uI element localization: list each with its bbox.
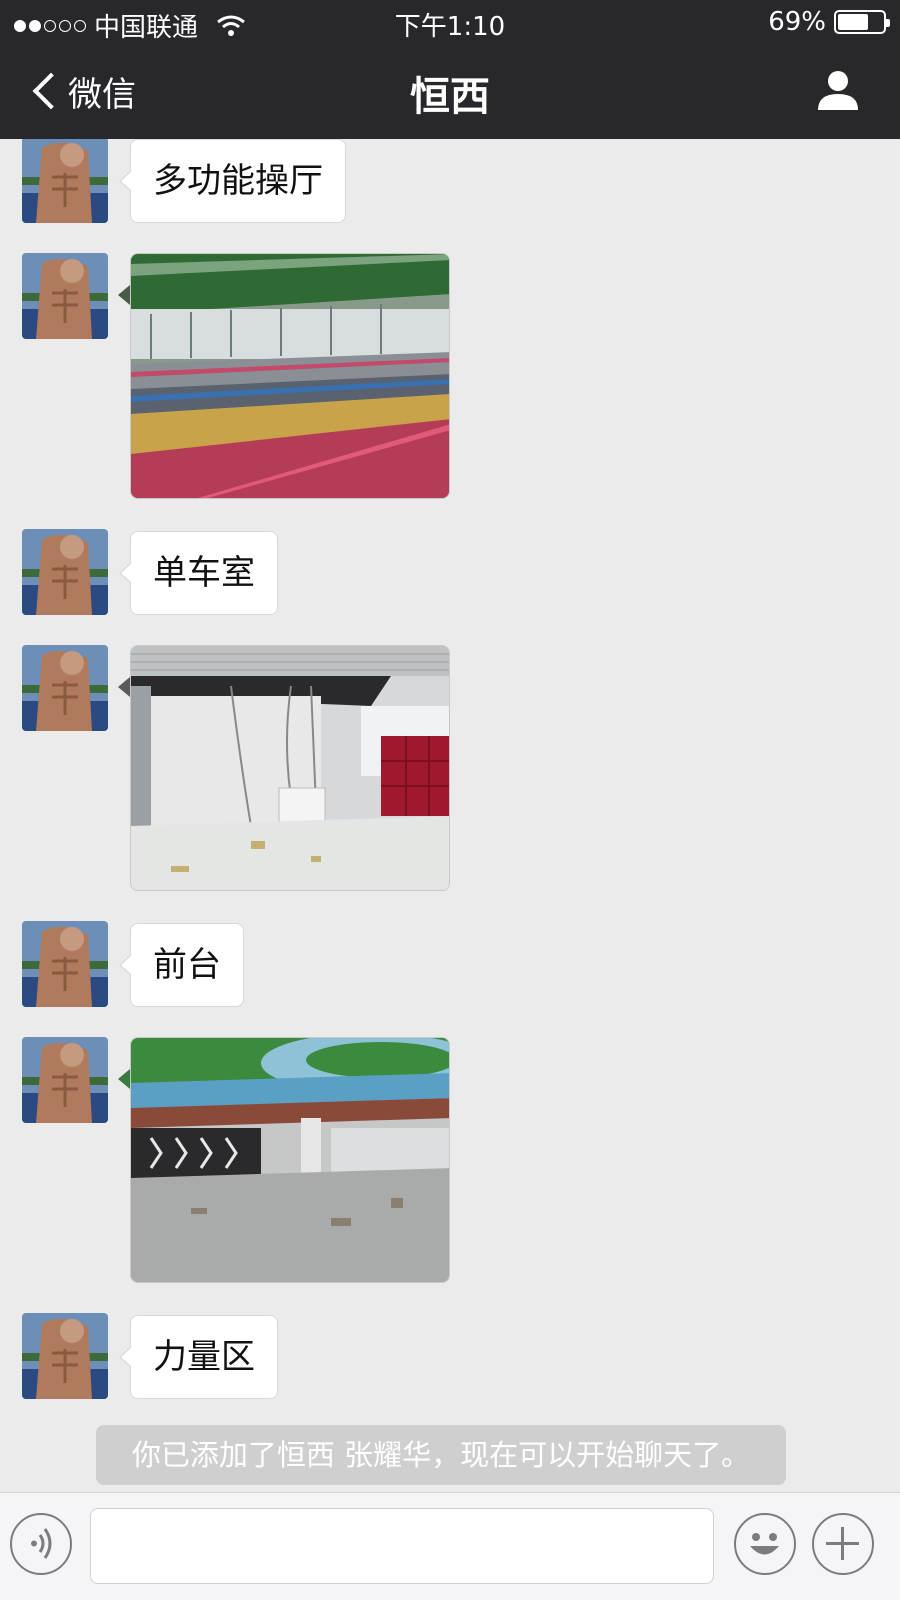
emoji-button[interactable] [734, 1513, 796, 1575]
battery-icon [834, 10, 890, 34]
voice-input-button[interactable] [10, 1513, 72, 1575]
image-message[interactable] [130, 253, 450, 499]
avatar[interactable] [22, 253, 108, 339]
chat-title: 恒西 [410, 74, 490, 120]
image-message[interactable] [130, 1037, 450, 1283]
message-bubble[interactable]: 多功能操厅 [119, 139, 346, 223]
input-bar [0, 1492, 900, 1600]
clock: 下午1:10 [394, 12, 506, 42]
chat-messages[interactable]: 多功能操厅 单车室 前台 力量区 你已添加了恒西 张耀华，现在可以开始聊天了。 [0, 139, 900, 1492]
avatar[interactable] [22, 921, 108, 1007]
status-right: 69% [768, 7, 890, 37]
battery-percent: 69% [768, 7, 826, 37]
avatar[interactable] [22, 645, 108, 731]
message-bubble[interactable]: 力量区 [119, 1315, 278, 1399]
emoji-icon [750, 1533, 779, 1555]
avatar[interactable] [22, 529, 108, 615]
contact-profile-icon[interactable] [816, 68, 860, 112]
nav-bar: 微信 恒西 [0, 44, 900, 139]
status-bar: 中国联通 下午1:10 69% [0, 0, 900, 44]
system-notice: 你已添加了恒西 张耀华，现在可以开始聊天了。 [96, 1425, 786, 1485]
message-input[interactable] [90, 1508, 714, 1584]
message-bubble[interactable]: 前台 [119, 923, 244, 1007]
avatar[interactable] [22, 1313, 108, 1399]
message-bubble[interactable]: 单车室 [119, 531, 278, 615]
more-button[interactable] [812, 1513, 874, 1575]
avatar[interactable] [22, 139, 108, 223]
plus-icon [826, 1527, 859, 1560]
avatar[interactable] [22, 1037, 108, 1123]
image-message[interactable] [130, 645, 450, 891]
voice-icon [31, 1528, 52, 1559]
